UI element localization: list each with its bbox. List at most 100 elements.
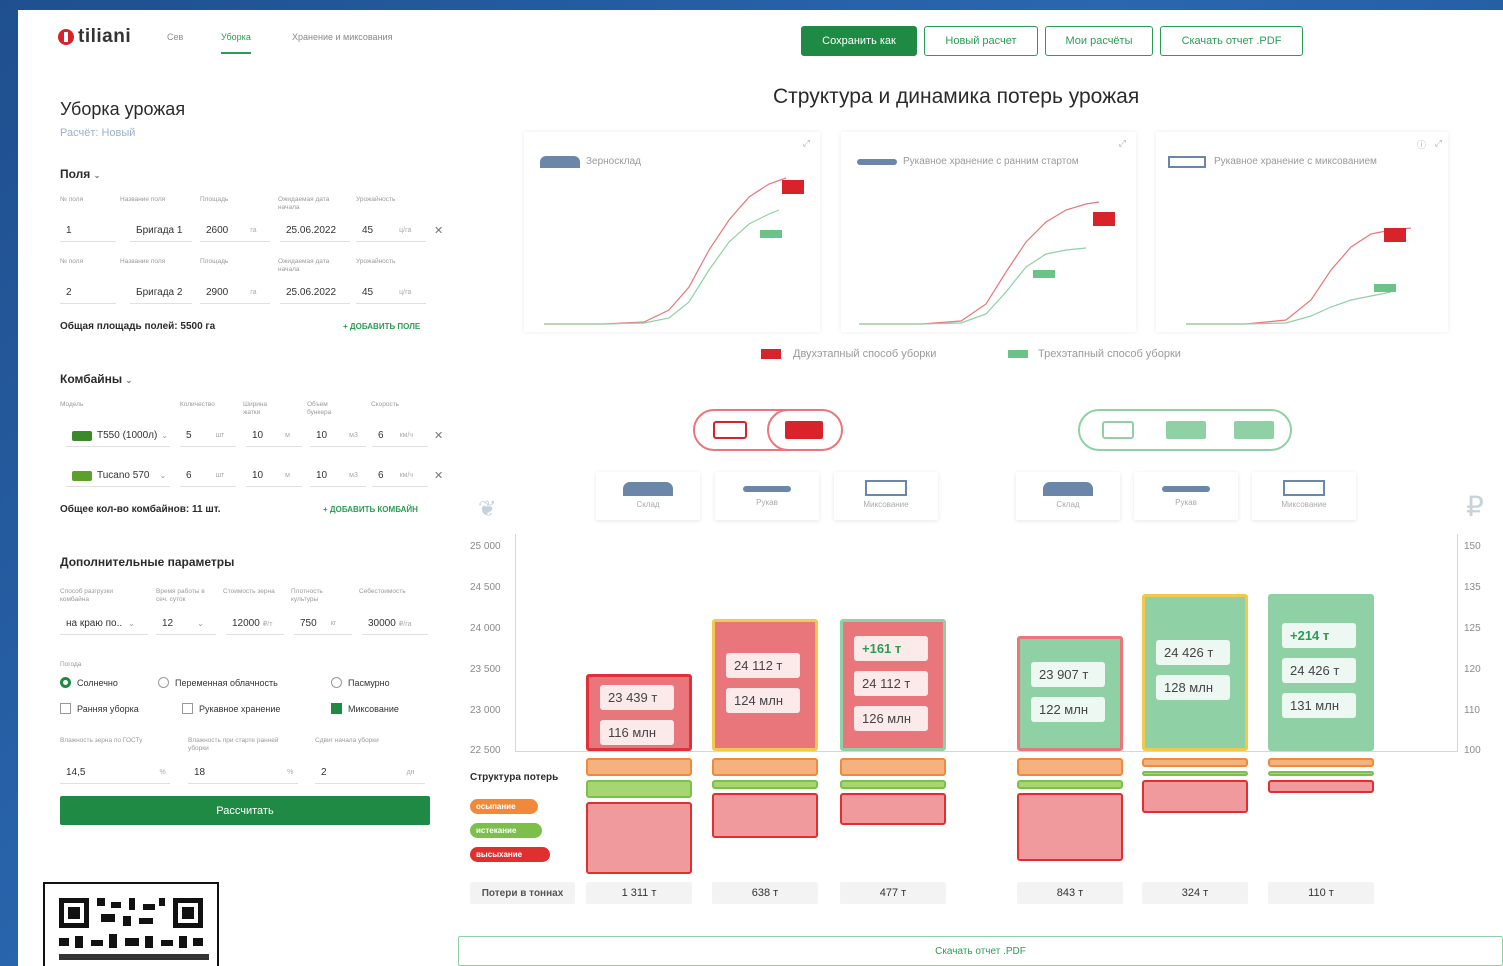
fields-section-header[interactable]: Поля ⌄ <box>60 167 100 181</box>
loss-tons-label: Потери в тоннах <box>470 882 575 904</box>
truck-icon <box>761 349 781 359</box>
truck-icon <box>1234 421 1274 439</box>
storage-granary-2[interactable]: Склад <box>1016 472 1120 520</box>
calc-subtitle: Расчёт: Новый <box>60 127 136 139</box>
two-stage-method-toggle[interactable] <box>693 409 843 451</box>
field-area-input[interactable]: 2900 га <box>200 282 270 304</box>
price-input[interactable]: 12000 ₽/т <box>226 613 284 635</box>
harvest-bar[interactable]: +161 т 24 112 т 126 млн <box>840 619 946 751</box>
loss-tons-value: 1 311 т <box>586 882 692 904</box>
col-unload: Способ разгрузки комбайна <box>60 588 114 603</box>
app-window: tiliani Сев Уборка Хранение и миксования… <box>18 10 1503 966</box>
combine-width-input[interactable]: 10 м <box>246 465 302 487</box>
early-humidity-input[interactable]: 18% <box>188 762 298 784</box>
radio-icon <box>331 677 342 688</box>
field-area-input[interactable]: 2600 га <box>200 220 270 242</box>
combine-count-input[interactable]: 5 шт <box>180 425 236 447</box>
field-num-input[interactable]: 2 <box>60 282 116 304</box>
checkbox-icon <box>331 703 342 714</box>
storage-sleeve-2[interactable]: Рукав <box>1134 472 1238 520</box>
tab-sowing[interactable]: Сев <box>167 32 183 42</box>
tractor-icon <box>1166 421 1206 439</box>
combine-count-input[interactable]: 6 шт <box>180 465 236 487</box>
field-yield-input[interactable]: 45 ц/га <box>356 282 426 304</box>
tab-harvest[interactable]: Уборка <box>221 32 251 54</box>
combine-speed-input[interactable]: 6 км/ч <box>372 425 428 447</box>
storage-mixing-2[interactable]: Миксование <box>1252 472 1356 520</box>
combine-volume-input[interactable]: 10 м3 <box>310 425 366 447</box>
shift-input[interactable]: 2 дн <box>315 762 425 784</box>
harvest-bar[interactable]: 23 439 т 116 млн <box>586 674 692 751</box>
combines-section-header[interactable]: Комбайны ⌄ <box>60 372 132 386</box>
download-pdf-button[interactable]: Скачать отчет .PDF <box>1160 26 1303 56</box>
weather-sunny[interactable]: Солнечно <box>60 677 118 688</box>
weather-cloudy[interactable]: Переменная облачность <box>158 677 278 688</box>
harvest-bar[interactable]: 23 907 т 122 млн <box>1017 636 1123 751</box>
storage-granary-1[interactable]: Склад <box>596 472 700 520</box>
chevron-down-icon: ⌄ <box>128 619 135 628</box>
download-pdf-bottom-button[interactable]: Скачать отчет .PDF <box>458 936 1503 966</box>
y-left-tick: 24 000 <box>470 623 501 634</box>
calculate-button[interactable]: Рассчитать <box>60 796 430 825</box>
unload-select[interactable]: на краю по.. ⌄ <box>60 613 148 635</box>
col-cost: Себестоимость <box>359 588 406 595</box>
y-right-tick: 125 <box>1464 623 1481 634</box>
option-sleeve-storage[interactable]: Рукавное хранение <box>182 703 280 714</box>
tab-storage[interactable]: Хранение и миксования <box>292 32 392 42</box>
loss-layer-istekanie <box>840 780 946 789</box>
field-date-input[interactable]: 25.06.2022 <box>280 282 350 304</box>
density-input[interactable]: 750 кг <box>294 613 352 635</box>
loss-structure-label: Структура потерь <box>470 772 559 783</box>
field-num-input[interactable]: 1 <box>60 220 116 242</box>
combine-icon <box>1102 421 1134 439</box>
combine-model-select[interactable]: Tucano 570 ⌄ <box>66 465 170 487</box>
three-stage-method-toggle[interactable] <box>1078 409 1292 451</box>
field-name-input[interactable]: Бригада 1 <box>130 220 192 242</box>
combine-speed-input[interactable]: 6 км/ч <box>372 465 428 487</box>
field-yield-input[interactable]: 45 ц/га <box>356 220 426 242</box>
field-name-input[interactable]: Бригада 2 <box>130 282 192 304</box>
y-right-tick: 120 <box>1464 664 1481 675</box>
loss-tons-value: 110 т <box>1268 882 1374 904</box>
loss-layer-vysykhanie <box>840 793 946 826</box>
card-granary[interactable]: Зерносклад ⤢ <box>524 132 820 332</box>
option-early-harvest[interactable]: Ранняя уборка <box>60 703 139 714</box>
extra-section-header: Дополнительные параметры <box>60 555 235 569</box>
value-chip: 24 426 т <box>1156 640 1230 666</box>
remove-combine-icon[interactable]: ✕ <box>434 469 443 482</box>
combine-model-select[interactable]: T550 (1000л) ⌄ <box>66 425 170 447</box>
main-title: Структура и динамика потерь урожая <box>773 85 1140 108</box>
weather-overcast[interactable]: Пасмурно <box>331 677 390 688</box>
humidity-input[interactable]: 14,5% <box>60 762 170 784</box>
card-sleeve-mixing[interactable]: Рукавное хранение с миксованием ⓘ ⤢ <box>1156 132 1448 332</box>
sleeve-icon <box>1162 486 1210 492</box>
add-field-link[interactable]: + ДОБАВИТЬ ПОЛЕ <box>343 322 420 331</box>
combine-volume-input[interactable]: 10 м3 <box>310 465 366 487</box>
harvest-bar[interactable]: 24 112 т 124 млн <box>712 619 818 751</box>
truck-icon <box>1093 212 1115 226</box>
storage-sleeve-1[interactable]: Рукав <box>715 472 819 520</box>
save-as-button[interactable]: Сохранить как <box>801 26 917 56</box>
my-calcs-button[interactable]: Мои расчёты <box>1045 26 1153 56</box>
option-mixing[interactable]: Миксование <box>331 703 399 714</box>
col-count: Количество <box>180 401 215 408</box>
logo-icon <box>58 29 74 45</box>
field-date-input[interactable]: 25.06.2022 <box>280 220 350 242</box>
new-calc-button[interactable]: Новый расчет <box>924 26 1038 56</box>
brand-logo[interactable]: tiliani <box>58 26 131 48</box>
harvest-bar[interactable]: 24 426 т 128 млн <box>1142 593 1248 751</box>
card-sleeve-early[interactable]: Рукавное хранение с ранним стартом ⤢ <box>841 132 1136 332</box>
storage-mixing-1[interactable]: Миксование <box>834 472 938 520</box>
loss-layer-osypanie <box>1268 758 1374 767</box>
remove-field-icon[interactable]: ✕ <box>434 224 443 237</box>
combine-width-input[interactable]: 10 м <box>246 425 302 447</box>
hours-select[interactable]: 12 ⌄ <box>156 613 216 635</box>
harvest-bar[interactable]: +214 т 24 426 т 131 млн <box>1268 593 1374 751</box>
fields-total: Общая площадь полей: 5500 га <box>60 321 216 332</box>
add-combine-link[interactable]: + ДОБАВИТЬ КОМБАЙН <box>323 505 418 514</box>
loss-badge-leakage: истекание <box>470 823 542 838</box>
cost-input[interactable]: 30000 ₽/га <box>362 613 428 635</box>
remove-combine-icon[interactable]: ✕ <box>434 429 443 442</box>
y-left-tick: 25 000 <box>470 541 501 552</box>
col-width: Ширина жатки <box>243 401 268 416</box>
